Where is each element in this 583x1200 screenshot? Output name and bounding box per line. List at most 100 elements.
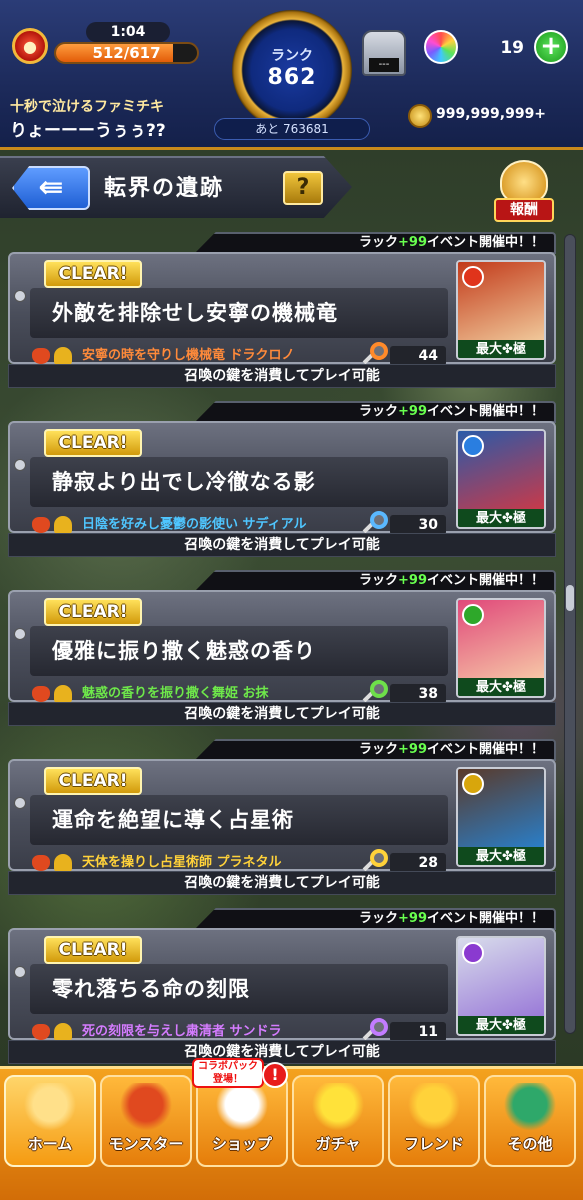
max-difficulty-label: 最大✤極	[458, 340, 544, 358]
nav-item[interactable]: その他	[484, 1075, 576, 1167]
event-luck-bonus: +99	[398, 911, 427, 926]
scrollbar-thumb[interactable]	[566, 585, 574, 611]
back-arrow-icon: ⇚	[38, 170, 64, 205]
summon-key-note: 召喚の鍵を消費してプレイ可能	[8, 1040, 556, 1064]
summon-key-note: 召喚の鍵を消費してプレイ可能	[8, 702, 556, 726]
boss-type-icons	[32, 853, 76, 873]
coin-icon	[408, 104, 432, 128]
event-banner: ラック+99イベント開催中！！	[194, 401, 556, 423]
key-count: 28	[390, 853, 446, 873]
event-prefix: ラック	[358, 742, 398, 757]
nav-label: フレンド	[403, 1135, 464, 1153]
collab-line-1: コラボパック	[198, 1061, 258, 1072]
reward-button[interactable]: 報酬	[494, 156, 554, 226]
quest-title: 零れ落ちる命の刻限	[30, 964, 448, 1014]
quest-title: 優雅に振り撒く魅惑の香り	[30, 626, 448, 676]
add-orbs-button[interactable]: +	[534, 30, 568, 64]
gacha-icon	[312, 1083, 364, 1131]
monster-portrait[interactable]: 最大✤極	[456, 429, 546, 529]
orb-icon	[424, 30, 458, 64]
summon-key-note: 召喚の鍵を消費してプレイ可能	[8, 533, 556, 557]
max-difficulty-label: 最大✤極	[458, 678, 544, 696]
monster-portrait[interactable]: 最大✤極	[456, 260, 546, 360]
collab-line-2: 登場！	[213, 1074, 243, 1085]
event-banner: ラック+99イベント開催中！！	[194, 908, 556, 930]
helmet-icon	[54, 685, 72, 703]
nav-item[interactable]: ガチャ	[292, 1075, 384, 1167]
event-banner: ラック+99イベント開催中！！	[194, 232, 556, 254]
player-subtitle: 十秒で泣けるファミチキ	[10, 99, 164, 115]
helmet-icon	[54, 1023, 72, 1041]
nav-item[interactable]: ショップ	[196, 1075, 288, 1167]
quest-card[interactable]: ラック+99イベント開催中！！ CLEAR! 静寂より出でし冷徹なる影 日陰を好みし憂…	[8, 401, 556, 557]
quest-card[interactable]: ラック+99イベント開催中！！ CLEAR! 運命を絶望に導く占星術 天体を操りし占星…	[8, 739, 556, 895]
coin-count: 999,999,999+	[436, 106, 547, 122]
pin-icon	[14, 290, 26, 302]
other-icon	[504, 1083, 556, 1131]
nav-item[interactable]: モンスター	[100, 1075, 192, 1167]
scrollbar[interactable]	[564, 234, 576, 1034]
stamina-bar: 512/617	[54, 42, 199, 64]
rank-label: ランク	[271, 47, 313, 64]
event-suffix: イベント開催中！！	[426, 911, 544, 926]
quest-card[interactable]: ラック+99イベント開催中！！ CLEAR! 優雅に振り撒く魅惑の香り 魅惑の香りを振…	[8, 570, 556, 726]
monster-icon	[120, 1083, 172, 1131]
nav-label: その他	[507, 1135, 553, 1153]
nav-item[interactable]: フレンド	[388, 1075, 480, 1167]
event-luck-bonus: +99	[398, 573, 427, 588]
rank-display[interactable]: ランク 862	[232, 10, 352, 130]
clear-badge: CLEAR!	[44, 767, 142, 795]
collab-pack-badge: コラボパック 登場！	[192, 1058, 264, 1088]
bottom-nav: ホーム モンスター ショップ ガチャ フレンド その他	[0, 1066, 583, 1200]
nav-item[interactable]: ホーム	[4, 1075, 96, 1167]
rank-value: 862	[267, 64, 317, 90]
demon-icon	[32, 855, 50, 871]
key-count: 38	[390, 684, 446, 704]
key-ring	[370, 511, 388, 529]
key-count: 30	[390, 515, 446, 535]
event-prefix: ラック	[358, 235, 398, 250]
key-ring	[370, 680, 388, 698]
event-prefix: ラック	[358, 404, 398, 419]
quest-card[interactable]: ラック+99イベント開催中！！ CLEAR! 零れ落ちる命の刻限 死の刻限を与えし粛清…	[8, 908, 556, 1064]
stamina-value: 512/617	[92, 44, 161, 62]
clear-badge: CLEAR!	[44, 429, 142, 457]
helmet-icon	[54, 854, 72, 872]
event-prefix: ラック	[358, 573, 398, 588]
orb-count: 19	[500, 38, 524, 58]
helmet-icon	[54, 347, 72, 365]
boss-type-icons	[32, 1022, 76, 1042]
boss-type-icons	[32, 346, 76, 366]
demon-icon	[32, 517, 50, 533]
monster-portrait[interactable]: 最大✤極	[456, 598, 546, 698]
gacha-machine-screen: ---	[369, 58, 399, 72]
home-icon	[24, 1083, 76, 1131]
rank-next-exp: あと 763681	[214, 118, 370, 140]
event-luck-bonus: +99	[398, 235, 427, 250]
clear-badge: CLEAR!	[44, 260, 142, 288]
nav-label: ホーム	[27, 1135, 73, 1153]
stamina-timer: 1:04	[86, 22, 170, 42]
quest-title: 静寂より出でし冷徹なる影	[30, 457, 448, 507]
event-suffix: イベント開催中！！	[426, 573, 544, 588]
friend-icon	[408, 1083, 460, 1131]
event-suffix: イベント開催中！！	[426, 404, 544, 419]
boss-type-icons	[32, 515, 76, 535]
element-icon	[462, 604, 484, 626]
nav-label: ショップ	[211, 1135, 272, 1153]
monster-portrait[interactable]: 最大✤極	[456, 936, 546, 1036]
event-suffix: イベント開催中！！	[426, 742, 544, 757]
key-count: 44	[390, 346, 446, 366]
help-button[interactable]: ?	[283, 171, 323, 205]
pin-icon	[14, 966, 26, 978]
element-icon	[462, 773, 484, 795]
shop-icon	[216, 1083, 268, 1131]
key-ring	[370, 1018, 388, 1036]
event-banner: ラック+99イベント開催中！！	[194, 570, 556, 592]
pin-icon	[14, 459, 26, 471]
quest-card[interactable]: ラック+99イベント開催中！！ CLEAR! 外敵を排除せし安寧の機械竜 安寧の時を守…	[8, 232, 556, 388]
stamina-emblem-icon: ●	[12, 28, 48, 64]
gacha-machine-icon[interactable]: ---	[362, 30, 406, 76]
monster-portrait[interactable]: 最大✤極	[456, 767, 546, 867]
element-icon	[462, 266, 484, 288]
